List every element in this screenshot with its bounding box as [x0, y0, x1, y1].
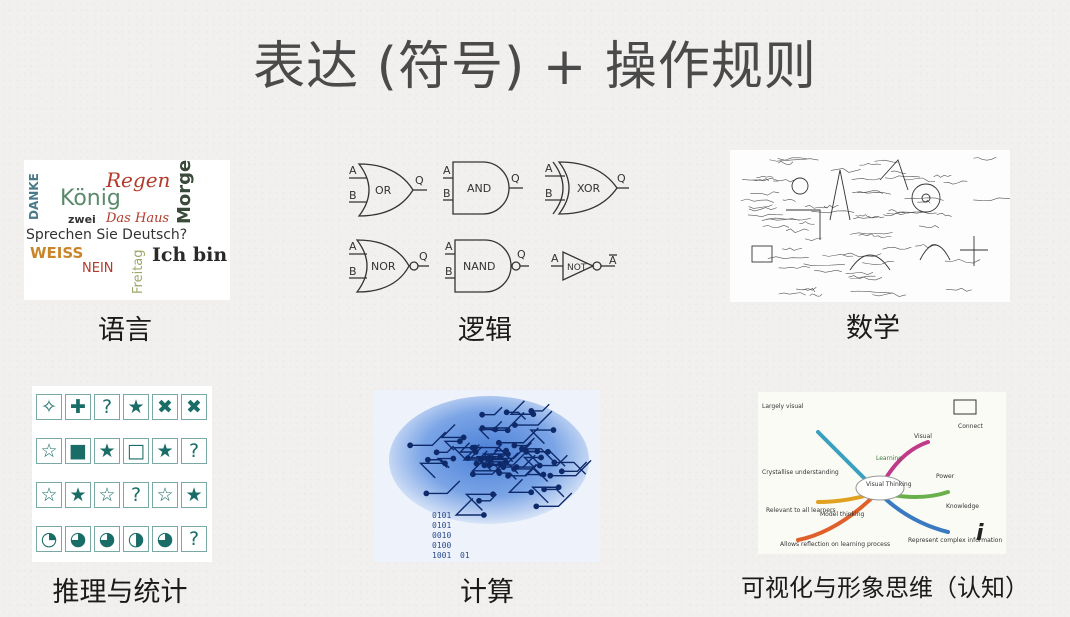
word: NEIN [82, 261, 114, 276]
output-label: Q [617, 172, 626, 185]
puzzle-cell: ★ [65, 482, 91, 508]
caption-reasoning: 推理与统计 [52, 577, 188, 608]
word: Ich bin [152, 244, 228, 266]
puzzle-cell: ✖ [181, 394, 207, 420]
binary-digits: 0101 [432, 521, 451, 530]
word: DANKE [27, 173, 41, 220]
puzzle-cell: ◔ [36, 526, 62, 552]
puzzle-cell: ◕ [65, 526, 91, 552]
branch-label: Learning [876, 455, 902, 462]
logic-gates-svg: A B Q OR A B Q AND A B Q XOR A B Q NOR A… [349, 161, 629, 293]
word: zwei [68, 213, 96, 226]
puzzle-cell: ? [181, 526, 207, 552]
or-gate: A B Q OR [349, 163, 427, 217]
puzzle-cell: ◕ [94, 526, 120, 552]
input-b-label: B [545, 187, 553, 200]
gate-label: AND [467, 182, 491, 195]
branch-label: Power [936, 473, 955, 480]
and-gate: A B Q AND [443, 161, 523, 215]
caption-language: 语言 [98, 315, 152, 346]
input-a-label: A [551, 252, 559, 265]
mind-map-svg: Visual Thinking Largely visual Learning … [762, 399, 1002, 548]
math-formulas-image [730, 150, 1010, 302]
puzzle-cell: □ [123, 438, 149, 464]
word: Freitag [131, 249, 146, 294]
word: Morgen [174, 160, 195, 224]
gate-label: NOT [567, 263, 587, 273]
puzzle-cell: ☆ [36, 438, 62, 464]
math-scribbles-svg [740, 156, 1010, 297]
puzzle-cell: ☆ [36, 482, 62, 508]
puzzle-cell: ✚ [65, 394, 91, 420]
word: Sprechen Sie Deutsch? [26, 227, 188, 243]
puzzle-cell: ☆ [94, 482, 120, 508]
gate-label: NOR [371, 260, 396, 273]
nor-gate: A B Q NOR [349, 239, 429, 293]
info-i-icon: i [976, 521, 984, 546]
puzzle-cell: ★ [152, 438, 178, 464]
input-b-label: B [445, 265, 453, 278]
puzzle-cell: ? [181, 438, 207, 464]
binary-digits: 0101 [432, 511, 451, 520]
puzzle-cell: ? [94, 394, 120, 420]
puzzle-cell: ★ [123, 394, 149, 420]
input-a-label: A [445, 240, 453, 253]
output-label: Q [415, 174, 424, 187]
output-label: Q [511, 172, 520, 185]
not-gate: A A NOT [551, 250, 617, 282]
gate-label: XOR [577, 182, 600, 195]
branch-label: Represent complex information [908, 537, 1002, 544]
input-b-label: B [443, 187, 451, 200]
branch-label: Visual [914, 433, 932, 440]
input-a-label: A [349, 164, 357, 177]
caption-computation: 计算 [460, 577, 514, 608]
word: WEISS [30, 244, 84, 262]
binary-digits: 0100 [432, 541, 451, 550]
binary-digits: 1001 [432, 551, 451, 560]
output-label: Q [517, 248, 526, 261]
puzzle-cell: ✖ [152, 394, 178, 420]
word: Das Haus [106, 211, 170, 226]
input-b-label: B [349, 265, 357, 278]
puzzle-cell: ■ [65, 438, 91, 464]
gate-label: OR [375, 184, 392, 197]
puzzle-cell: ✧ [36, 394, 62, 420]
branch-label: Allows reflection on learning process [780, 541, 890, 548]
branch-label: Crystallise understanding [762, 469, 839, 476]
puzzle-cell: ◕ [152, 526, 178, 552]
binary-digits: 01 [460, 551, 470, 560]
caption-logic: 逻辑 [458, 315, 512, 346]
language-word-cloud-image: Regen DANKE König Morgen zwei Das Haus S… [24, 160, 230, 300]
visual-thinking-mind-map-image: Visual Thinking Largely visual Learning … [758, 392, 1006, 554]
input-a-label: A [443, 164, 451, 177]
computation-brain-circuit-image: 0101 0101 0010 0100 1001 01 [374, 390, 600, 562]
input-b-label: B [349, 189, 357, 202]
branch-label: Connect [958, 423, 983, 430]
caption-math: 数学 [846, 313, 900, 344]
branch-label: Knowledge [946, 503, 979, 510]
gate-label: NAND [463, 260, 495, 273]
input-a-label: A [545, 162, 553, 175]
branch-label: Largely visual [762, 403, 804, 410]
branch-label: Model thinking [820, 511, 864, 518]
puzzle-cell: ◑ [123, 526, 149, 552]
reasoning-puzzle-grid: ✧ ✚? ★ ✖ ✖ ☆ ■ ★ □ ★? ☆ ★ ☆? ☆ ★ ◔ ◕ ◕ ◑ ◕? [32, 386, 212, 562]
center-node-label: Visual Thinking [866, 481, 912, 488]
binary-digits: 0010 [432, 531, 451, 540]
output-label: Q [419, 250, 428, 263]
page-title: 表达 (符号) + 操作规则 [253, 37, 817, 97]
puzzle-cell: ★ [181, 482, 207, 508]
puzzle-cell: ☆ [152, 482, 178, 508]
input-a-label: A [349, 240, 357, 253]
nand-gate: A B Q NAND [445, 239, 529, 293]
xor-gate: A B Q XOR [545, 161, 629, 215]
word: König [60, 186, 121, 211]
puzzle-cell: ★ [94, 438, 120, 464]
brain-circuit-svg: 0101 0101 0010 0100 1001 01 [389, 396, 592, 560]
output-label: A [609, 254, 617, 267]
caption-visual: 可视化与形象思维（认知） [741, 574, 1029, 602]
logic-gates-diagram: A B Q OR A B Q AND A B Q XOR A B Q NOR A… [345, 152, 635, 304]
puzzle-cell: ? [123, 482, 149, 508]
hd-sign-icon [953, 399, 977, 415]
